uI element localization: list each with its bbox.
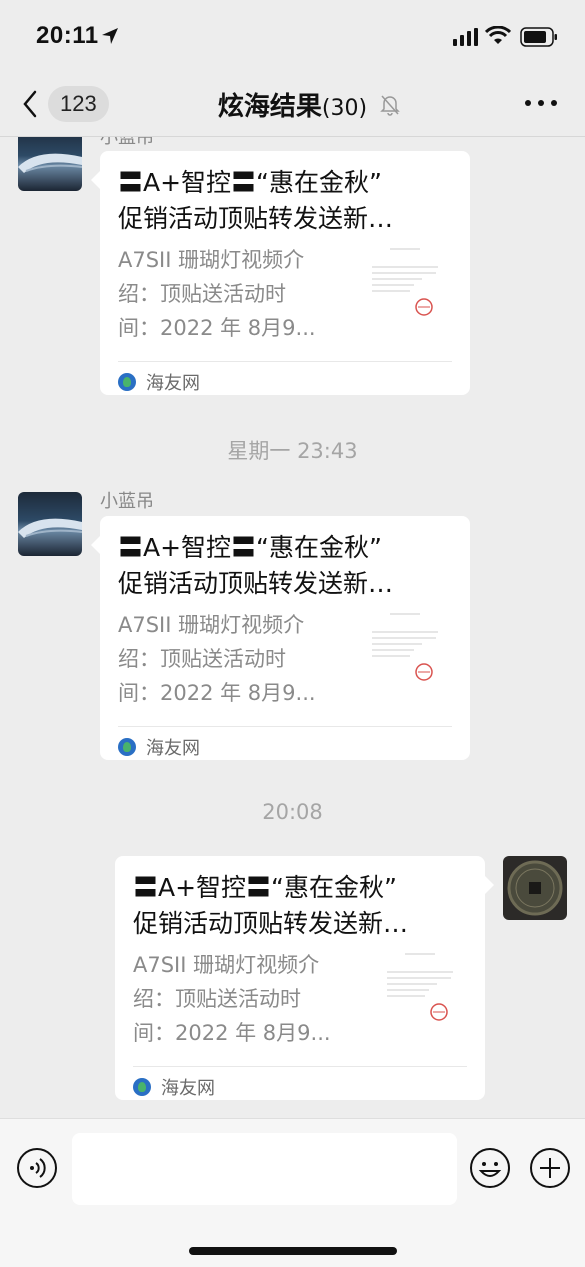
avatar-image (18, 153, 82, 173)
card-thumbnail (377, 950, 461, 1026)
card-title-line: 〓A+智控〓“惠在金秋” (133, 873, 397, 902)
card-desc-line: A7SII 珊瑚灯视频介 (118, 613, 305, 637)
card-title-line: 〓A+智控〓“惠在金秋” (118, 533, 382, 562)
source-name: 海友网 (146, 738, 200, 759)
group-name: 炫海结果 (217, 92, 322, 122)
card-description: A7SII 珊瑚灯视频介 绍：顶贴送活动时 间：2022 年 8月9... (118, 243, 348, 345)
mute-bell-icon (380, 95, 400, 116)
card-thumbnail (362, 245, 446, 321)
location-arrow-icon (102, 28, 118, 44)
signal-icon (453, 28, 478, 46)
card-desc-line: 绍：顶贴送活动时 (118, 647, 286, 671)
card-desc-line: 绍：顶贴送活动时 (118, 282, 286, 306)
emoji-icon[interactable] (469, 1147, 511, 1189)
link-card[interactable]: 〓A+智控〓“惠在金秋” 促销活动顶贴转发送新… A7SII 珊瑚灯视频介 绍：… (91, 151, 470, 395)
input-bar (0, 1118, 585, 1267)
card-title-line: 促销活动顶贴转发送新… (133, 909, 409, 938)
source-name: 海友网 (146, 373, 200, 394)
card-desc-line: A7SII 珊瑚灯视频介 (133, 953, 320, 977)
card-desc-line: 绍：顶贴送活动时 (133, 987, 301, 1011)
status-time: 20:11 (36, 22, 99, 49)
home-indicator (189, 1247, 397, 1255)
source-logo-icon (118, 373, 136, 391)
message-timestamp: 20:08 (262, 800, 323, 824)
member-count: (30) (321, 96, 368, 121)
card-desc-line: 间：2022 年 8月9... (118, 681, 316, 705)
sender-avatar[interactable] (18, 137, 82, 191)
card-description: A7SII 珊瑚灯视频介 绍：顶贴送活动时 间：2022 年 8月9... (118, 608, 348, 710)
card-description: A7SII 珊瑚灯视频介 绍：顶贴送活动时 间：2022 年 8月9... (133, 948, 363, 1050)
link-card[interactable]: 〓A+智控〓“惠在金秋” 促销活动顶贴转发送新… A7SII 珊瑚灯视频介 绍：… (115, 856, 494, 1100)
card-title-line: 促销活动顶贴转发送新… (118, 569, 394, 598)
card-desc-line: 间：2022 年 8月9... (133, 1021, 331, 1045)
card-title-line: 〓A+智控〓“惠在金秋” (118, 168, 382, 197)
card-divider (118, 726, 452, 727)
card-title: 〓A+智控〓“惠在金秋” 促销活动顶贴转发送新… (133, 870, 469, 942)
source-logo-icon (133, 1078, 151, 1096)
voice-icon[interactable] (16, 1147, 58, 1189)
battery-icon (520, 27, 557, 47)
card-source: 海友网 (118, 734, 200, 760)
plus-icon[interactable] (529, 1147, 571, 1189)
card-desc-line: 间：2022 年 8月9... (118, 316, 316, 340)
chat-header: 123 炫海结果(30) (0, 72, 585, 137)
chat-title: 炫海结果(30) (0, 86, 585, 123)
wifi-icon (485, 26, 511, 44)
link-card[interactable]: 〓A+智控〓“惠在金秋” 促销活动顶贴转发送新… A7SII 珊瑚灯视频介 绍：… (91, 516, 470, 760)
source-name: 海友网 (161, 1078, 215, 1099)
card-divider (133, 1066, 467, 1067)
card-source: 海友网 (133, 1074, 215, 1100)
sender-avatar[interactable] (18, 492, 82, 556)
sender-name: 小蓝吊 (100, 137, 154, 148)
card-title: 〓A+智控〓“惠在金秋” 促销活动顶贴转发送新… (118, 165, 454, 237)
message-list[interactable]: 小蓝吊 〓A+智控〓“惠在金秋” 促销活动顶贴转发送新… A7SII 珊瑚灯视频… (0, 137, 585, 1118)
avatar-image (18, 518, 82, 538)
source-logo-icon (118, 738, 136, 756)
my-avatar[interactable] (503, 856, 567, 920)
card-thumbnail (362, 610, 446, 686)
message-input[interactable] (72, 1133, 457, 1205)
avatar-image (507, 860, 563, 916)
card-desc-line: A7SII 珊瑚灯视频介 (118, 248, 305, 272)
message-timestamp: 星期一 23:43 (227, 439, 358, 463)
card-title: 〓A+智控〓“惠在金秋” 促销活动顶贴转发送新… (118, 530, 454, 602)
card-divider (118, 361, 452, 362)
card-title-line: 促销活动顶贴转发送新… (118, 204, 394, 233)
status-bar: 20:11 (0, 0, 585, 72)
card-source: 海友网 (118, 369, 200, 395)
sender-name: 小蓝吊 (100, 491, 154, 512)
more-dots-icon[interactable] (522, 88, 562, 118)
